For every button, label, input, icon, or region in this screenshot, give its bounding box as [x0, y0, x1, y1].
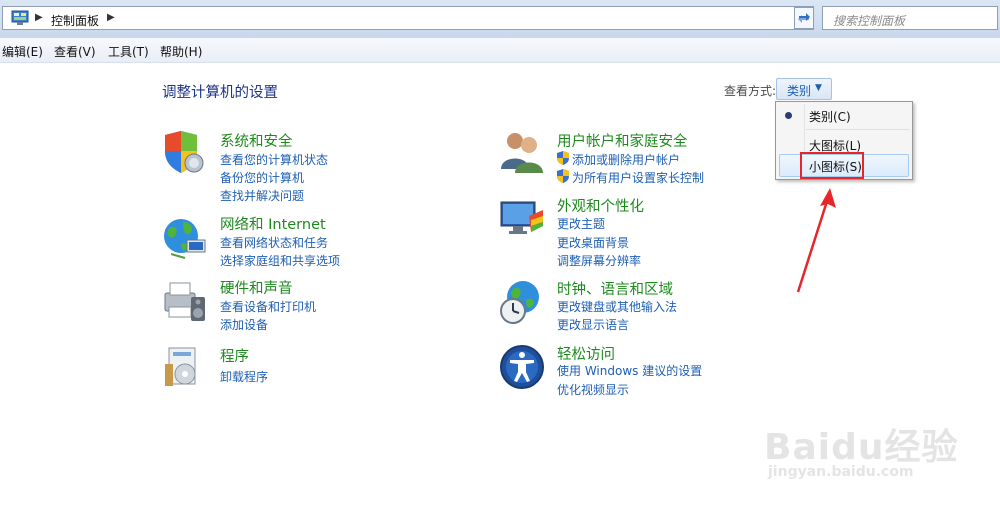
- category-system-security[interactable]: 系统和安全: [220, 130, 293, 151]
- radio-bullet-icon: [785, 112, 792, 119]
- link-parental-controls[interactable]: 为所有用户设置家长控制: [572, 169, 704, 186]
- link-view-computer-status[interactable]: 查看您的计算机状态: [220, 151, 328, 168]
- ease-of-access-icon: [500, 345, 544, 389]
- clock-globe-icon: [500, 281, 539, 324]
- chevron-down-icon: ▼: [815, 83, 822, 93]
- link-change-theme[interactable]: 更改主题: [557, 215, 605, 232]
- shield-icon: [165, 131, 204, 173]
- view-by-value: 类别: [787, 84, 812, 98]
- category-user-accounts[interactable]: 用户帐户和家庭安全: [557, 130, 688, 151]
- link-uninstall-program[interactable]: 卸载程序: [220, 368, 268, 385]
- menu-edit[interactable]: 编辑(E): [2, 43, 43, 60]
- menu-bar: 编辑(E) 查看(V) 工具(T) 帮助(H): [0, 38, 1000, 63]
- refresh-icon: [798, 13, 810, 23]
- breadcrumb-arrow-icon[interactable]: ▶: [35, 12, 43, 23]
- category-clock-language-region[interactable]: 时钟、语言和区域: [557, 278, 673, 299]
- breadcrumb-control-panel[interactable]: 控制面板: [51, 12, 99, 29]
- refresh-button[interactable]: [794, 7, 814, 29]
- view-by-dropdown[interactable]: 类别 ▼: [776, 78, 832, 100]
- view-by-label: 查看方式:: [724, 84, 777, 98]
- category-ease-of-access[interactable]: 轻松访问: [557, 343, 615, 364]
- address-toolbar: ▶ 控制面板 ▶ ▼ 搜索控制面板: [0, 0, 1000, 38]
- uac-shield-icon: [557, 151, 569, 165]
- monitor-paint-icon: [500, 201, 543, 234]
- link-homegroup-sharing[interactable]: 选择家庭组和共享选项: [220, 252, 340, 269]
- page-title: 调整计算机的设置: [162, 85, 278, 101]
- annotation-arrow-icon: [796, 188, 836, 293]
- network-globe-icon: [164, 219, 206, 259]
- menu-tools[interactable]: 工具(T): [108, 43, 149, 60]
- watermark-brand: Baidu经验: [764, 427, 959, 468]
- menu-item-category[interactable]: 类别(C): [809, 108, 851, 125]
- programs-icon: [165, 347, 196, 386]
- link-network-status[interactable]: 查看网络状态和任务: [220, 234, 328, 251]
- link-keyboard-input[interactable]: 更改键盘或其他输入法: [557, 298, 677, 315]
- menu-separator: [806, 129, 910, 130]
- category-hardware-sound[interactable]: 硬件和声音: [220, 277, 293, 298]
- baidu-watermark: Baidu经验 jingyan.baidu.com: [764, 418, 964, 488]
- link-devices-printers[interactable]: 查看设备和打印机: [220, 298, 316, 315]
- link-backup-computer[interactable]: 备份您的计算机: [220, 169, 304, 186]
- link-recommended-settings[interactable]: 使用 Windows 建议的设置: [557, 362, 702, 379]
- menu-help[interactable]: 帮助(H): [160, 43, 202, 60]
- address-bar[interactable]: ▶ 控制面板 ▶ ▼: [2, 6, 814, 30]
- watermark-url: jingyan.baidu.com: [768, 464, 914, 480]
- search-input[interactable]: 搜索控制面板: [822, 6, 998, 30]
- link-desktop-background[interactable]: 更改桌面背景: [557, 234, 629, 251]
- link-screen-resolution[interactable]: 调整屏幕分辨率: [557, 252, 641, 269]
- link-display-language[interactable]: 更改显示语言: [557, 316, 629, 333]
- category-network-internet[interactable]: 网络和 Internet: [220, 213, 326, 234]
- users-icon: [501, 133, 543, 173]
- link-optimize-video[interactable]: 优化视频显示: [557, 381, 629, 398]
- printer-speaker-icon: [164, 282, 205, 321]
- menu-view[interactable]: 查看(V): [54, 43, 96, 60]
- link-troubleshoot[interactable]: 查找并解决问题: [220, 187, 304, 204]
- link-add-remove-user[interactable]: 添加或删除用户帐户: [572, 151, 680, 168]
- link-add-device[interactable]: 添加设备: [220, 316, 268, 333]
- uac-shield-icon: [557, 169, 569, 183]
- search-placeholder: 搜索控制面板: [833, 14, 906, 28]
- category-programs[interactable]: 程序: [220, 345, 249, 366]
- breadcrumb-arrow-icon[interactable]: ▶: [107, 12, 115, 23]
- category-appearance[interactable]: 外观和个性化: [557, 195, 644, 216]
- control-panel-icon: [11, 10, 29, 25]
- annotation-highlight-box: [800, 152, 864, 179]
